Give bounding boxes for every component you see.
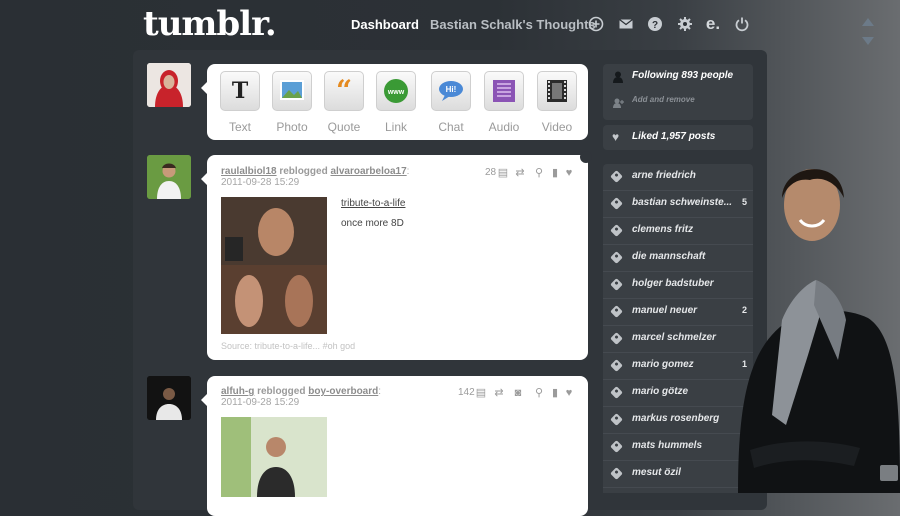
svg-text:www: www [387,89,405,96]
following-count-link[interactable]: Following 893 people [632,70,733,81]
tag-icon [610,197,623,210]
post-corner-dot [580,151,592,163]
reblog-icon[interactable]: ⇄ [514,167,526,179]
link-post-icon: www [376,71,416,111]
notes-icon[interactable]: ▤ [497,167,509,179]
scroll-down-arrow-icon[interactable] [862,37,874,45]
post-type-photo[interactable]: Photo [266,71,318,134]
post-caption: once more 8D [341,218,404,229]
post-author-avatar[interactable] [147,376,191,420]
post-date[interactable]: 2011-09-28 15:29 [221,397,299,408]
post-type-label: Audio [488,120,520,134]
user-avatar[interactable] [147,63,191,107]
post-meta: raulalbiol18 reblogged alvaroarbeloa17: [221,166,410,177]
add-remove-link[interactable]: Add and remove [632,95,695,104]
settings-gear-icon[interactable] [677,16,693,32]
messages-icon[interactable] [618,16,634,32]
post-type-audio[interactable]: Audio [478,71,530,134]
post-type-quote[interactable]: “ Quote [318,71,370,134]
post-source-user-link[interactable]: boy-overboard [308,386,378,397]
post-type-label: Quote [327,120,361,134]
person-icon [613,70,623,83]
extensions-e-icon[interactable]: e. [705,15,721,32]
audio-post-icon [484,71,524,111]
tag-icon [610,224,623,237]
svg-text:Hi!: Hi! [446,85,457,94]
post-source-link[interactable]: tribute-to-a-life [341,198,405,209]
bookmark-icon[interactable]: ▮ [549,387,561,399]
like-heart-icon[interactable]: ♥ [563,167,575,179]
post-card: alfuh-g reblogged boy-overboard: 2011-09… [201,376,588,516]
tag-icon [610,386,623,399]
tumblr-logo[interactable]: tumblr. [143,4,277,44]
post-photo[interactable] [221,417,327,497]
post-footer: Source: tribute-to-a-life... #oh god [221,341,355,351]
liked-box: ♥ Liked 1,957 posts [603,125,753,150]
post-type-chat[interactable]: Hi! Chat [425,71,477,134]
post-author-link[interactable]: alfuh-g [221,386,254,397]
like-heart-icon[interactable]: ♥ [563,387,575,399]
search-icon[interactable]: ⚲ [533,167,545,179]
post-photo[interactable] [221,197,327,334]
scroll-up-arrow-icon[interactable] [862,18,874,26]
post-tag[interactable]: #oh god [323,341,356,351]
chat-post-icon: Hi! [431,71,471,111]
post-type-label: Chat [438,120,464,134]
add-person-icon [613,95,624,108]
quote-post-icon: “ [324,71,364,111]
tag-icon [610,467,623,480]
search-icon[interactable]: ⚲ [533,387,545,399]
svg-text:?: ? [652,20,658,31]
post-type-label: Photo [276,120,308,134]
post-type-chooser: T Text Photo “ Quote www Link Hi! Chat A… [201,64,588,140]
tag-icon [610,251,623,264]
tag-icon [610,278,623,291]
background-person-image [720,150,900,493]
help-icon[interactable]: ? [647,16,663,32]
liked-count-link[interactable]: Liked 1,957 posts [632,131,715,142]
tag-icon [610,170,623,183]
reblog-icon[interactable]: ⇄ [493,387,505,399]
tag-icon [610,413,623,426]
post-type-label: Video [541,120,573,134]
post-date[interactable]: 2011-09-28 15:29 [221,177,299,188]
notes-icon[interactable]: ▤ [475,387,487,399]
post-type-label: Link [384,120,407,134]
camera-icon[interactable]: ◙ [512,387,524,399]
bookmark-icon[interactable]: ▮ [549,167,561,179]
post-meta: alfuh-g reblogged boy-overboard: [221,386,382,397]
post-source-user-link[interactable]: alvaroarbeloa17 [330,166,406,177]
video-post-icon [537,71,577,111]
new-post-icon[interactable] [588,16,604,32]
corner-expand-icon[interactable] [880,465,898,481]
heart-icon: ♥ [612,130,620,144]
tag-icon [610,332,623,345]
post-type-text[interactable]: T Text [214,71,266,134]
tag-icon [610,440,623,453]
post-type-label: Text [228,120,251,134]
tag-icon [610,305,623,318]
post-author-link[interactable]: raulalbiol18 [221,166,277,177]
logout-power-icon[interactable] [734,16,750,32]
text-post-icon: T [220,71,260,111]
nav-blog[interactable]: Bastian Schalk's Thoughts [430,17,596,32]
tag-icon [610,359,623,372]
post-card: raulalbiol18 reblogged alvaroarbeloa17: … [201,151,592,360]
nav-dashboard[interactable]: Dashboard [351,17,419,32]
post-type-link[interactable]: www Link [370,71,422,134]
post-type-video[interactable]: Video [531,71,583,134]
post-author-avatar[interactable] [147,155,191,199]
notes-count[interactable]: 28 [485,167,496,178]
following-box: Following 893 people Add and remove [603,64,753,120]
photo-post-icon [272,71,312,111]
post-source-line[interactable]: Source: tribute-to-a-life... [221,341,320,351]
notes-count[interactable]: 142 [458,387,475,398]
